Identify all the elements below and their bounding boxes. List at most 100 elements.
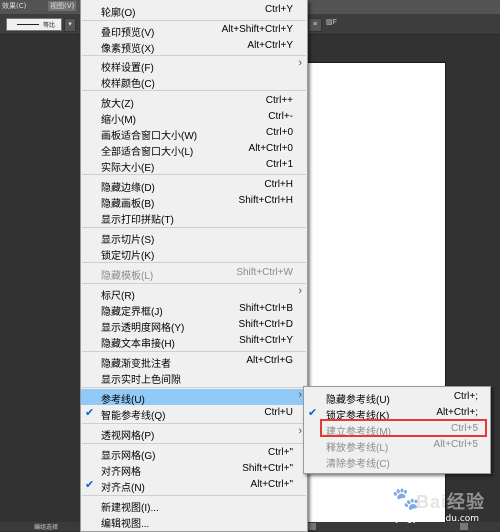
menu-item-shortcut: Ctrl+Y xyxy=(264,4,293,15)
menu-item-snap-to-point[interactable]: ✔ 对齐点(N) Alt+Ctrl+" xyxy=(81,477,307,494)
menu-item-pixel-preview[interactable]: 像素预览(X) Alt+Ctrl+Y xyxy=(81,38,307,55)
menu-item-edit-views[interactable]: 编辑视图... xyxy=(81,513,307,530)
menu-item-shortcut: Ctrl+- xyxy=(268,111,293,122)
menu-item-label: 隐藏文本串接(H) xyxy=(101,339,175,350)
menu-item-hide-text-threads[interactable]: 隐藏文本串接(H) Shift+Ctrl+Y xyxy=(81,333,307,350)
submenu-arrow-icon: › xyxy=(298,425,302,437)
submenu-arrow-icon: › xyxy=(298,57,302,69)
menu-separator xyxy=(82,55,306,56)
menu-item-label: 显示实时上色间隙 xyxy=(101,375,181,386)
menu-separator xyxy=(82,174,306,175)
menu-separator xyxy=(82,443,306,444)
menu-item-show-live-paint-gaps[interactable]: 显示实时上色间隙 xyxy=(81,369,307,386)
menu-item-label: 释放参考线(L) xyxy=(326,443,389,454)
menubar-item-view[interactable]: 视图(V) xyxy=(48,1,77,11)
menu-item-label: 显示切片(S) xyxy=(101,235,155,246)
menu-item-label: 显示透明度网格(Y) xyxy=(101,323,185,334)
menu-item-label: 轮廓(O) xyxy=(101,8,136,19)
menu-item-show-slices[interactable]: 显示切片(S) xyxy=(81,229,307,246)
menu-item-label: 实际大小(E) xyxy=(101,163,155,174)
menubar-item-effect[interactable]: 效果(C) xyxy=(2,1,26,11)
checkmark-icon: ✔ xyxy=(85,407,95,419)
annotation-highlight-box xyxy=(320,419,487,437)
menu-separator xyxy=(82,227,306,228)
watermark-url: jingyan.baidu.com xyxy=(396,514,480,524)
menu-item-shortcut: Alt+Ctrl+0 xyxy=(248,143,293,154)
menu-item-zoom-out[interactable]: 缩小(M) Ctrl+- xyxy=(81,109,307,126)
menu-item-shortcut: Alt+Ctrl+" xyxy=(250,479,293,490)
style-dropdown[interactable]: ▨F xyxy=(326,18,337,26)
document-setup-button[interactable]: ≡ xyxy=(308,18,322,32)
menu-item-snap-to-grid[interactable]: 对齐网格 Shift+Ctrl+" xyxy=(81,461,307,478)
menu-item-shortcut: Alt+Ctrl+G xyxy=(246,355,293,366)
menu-separator xyxy=(82,423,306,424)
menu-item-shortcut: Ctrl+; xyxy=(453,391,478,402)
menu-separator xyxy=(82,90,306,91)
menu-item-shortcut: Ctrl+0 xyxy=(266,127,293,138)
menu-item-hide-gradient-annotator[interactable]: 隐藏渐变批注者 Alt+Ctrl+G xyxy=(81,353,307,370)
menu-item-label: 隐藏画板(B) xyxy=(101,199,155,210)
submenu-arrow-icon: › xyxy=(298,285,302,297)
menu-item-label: 显示打印拼贴(T) xyxy=(101,215,174,226)
menu-item-show-print-tiling[interactable]: 显示打印拼贴(T) xyxy=(81,209,307,226)
menu-item-shortcut: Ctrl+U xyxy=(264,407,293,418)
menu-item-label: 放大(Z) xyxy=(101,99,134,110)
menu-item-fit-all[interactable]: 全部适合窗口大小(L) Alt+Ctrl+0 xyxy=(81,141,307,158)
stroke-options-button[interactable]: ▾ xyxy=(64,18,76,32)
menu-item-label: 编辑视图... xyxy=(101,519,150,530)
menu-item-label: 叠印预览(V) xyxy=(101,28,155,39)
menu-item-label: 隐藏渐变批注者 xyxy=(101,359,171,370)
menu-item-fit-artboard[interactable]: 画板适合窗口大小(W) Ctrl+0 xyxy=(81,125,307,142)
menu-item-label: 画板适合窗口大小(W) xyxy=(101,131,198,142)
watermark: 🐾 Bai经验 jingyan.baidu.com xyxy=(392,484,498,528)
menu-item-label: 全部适合窗口大小(L) xyxy=(101,147,194,158)
checkmark-icon: ✔ xyxy=(308,407,318,419)
menu-item-shortcut: Shift+Ctrl+Y xyxy=(239,335,293,346)
menu-item-label: 校样颜色(C) xyxy=(101,79,155,90)
menu-item-guides[interactable]: 参考线(U) › xyxy=(81,389,307,406)
menu-item-shortcut: Ctrl+1 xyxy=(266,159,293,170)
stroke-style-label: 等比 xyxy=(43,23,56,29)
menu-item-overprint-preview[interactable]: 叠印预览(V) Alt+Shift+Ctrl+Y xyxy=(81,22,307,39)
menu-item-zoom-in[interactable]: 放大(Z) Ctrl++ xyxy=(81,93,307,110)
menu-item-shortcut: Shift+Ctrl+W xyxy=(236,267,293,278)
menu-item-hide-edges[interactable]: 隐藏边缘(D) Ctrl+H xyxy=(81,177,307,194)
menu-item-shortcut: Alt+Shift+Ctrl+Y xyxy=(221,24,293,35)
menu-item-rulers[interactable]: 标尺(R) › xyxy=(81,285,307,302)
menu-item-proof-colors[interactable]: 校样颜色(C) xyxy=(81,73,307,90)
menu-item-label: 参考线(U) xyxy=(101,395,145,406)
stroke-style-dropdown[interactable]: 等比 xyxy=(6,18,62,31)
menu-item-label: 新建视图(I)... xyxy=(101,503,159,514)
status-text: 编组选择 xyxy=(34,525,59,531)
menu-item-label: 校样设置(F) xyxy=(101,63,154,74)
menu-item-hide-bounding-box[interactable]: 隐藏定界框(J) Shift+Ctrl+B xyxy=(81,301,307,318)
menu-separator xyxy=(82,20,306,21)
menu-item-shortcut: Alt+Ctrl+; xyxy=(436,407,478,418)
menu-item-label: 隐藏参考线(U) xyxy=(326,395,390,406)
menu-item-shortcut: Alt+Ctrl+5 xyxy=(433,439,478,450)
menu-item-proof-setup[interactable]: 校样设置(F) › xyxy=(81,57,307,74)
menu-item-shortcut: Ctrl+" xyxy=(268,447,293,458)
menu-item-label: 隐藏模板(L) xyxy=(101,271,154,282)
menu-item-lock-slices[interactable]: 锁定切片(K) xyxy=(81,245,307,262)
view-menu: 轮廓(O) Ctrl+Y 叠印预览(V) Alt+Shift+Ctrl+Y 像素… xyxy=(80,0,308,532)
menu-item-new-view[interactable]: 新建视图(I)... xyxy=(81,497,307,514)
menu-separator xyxy=(82,351,306,352)
menu-item-shortcut: Ctrl++ xyxy=(265,95,293,106)
menu-item-label: 隐藏定界框(J) xyxy=(101,307,163,318)
checkmark-icon: ✔ xyxy=(85,479,95,491)
menu-item-label: 锁定切片(K) xyxy=(101,251,155,262)
menu-item-perspective-grid[interactable]: 透视网格(P) › xyxy=(81,425,307,442)
menu-separator xyxy=(82,387,306,388)
menu-item-hide-artboards[interactable]: 隐藏画板(B) Shift+Ctrl+H xyxy=(81,193,307,210)
menu-item-show-grid[interactable]: 显示网格(G) Ctrl+" xyxy=(81,445,307,462)
menu-item-smart-guides[interactable]: ✔ 智能参考线(Q) Ctrl+U xyxy=(81,405,307,422)
menu-item-show-transparency-grid[interactable]: 显示透明度网格(Y) Shift+Ctrl+D xyxy=(81,317,307,334)
menu-item-outline[interactable]: 轮廓(O) Ctrl+Y xyxy=(81,2,307,19)
menu-item-label: 智能参考线(Q) xyxy=(101,411,166,422)
submenu-item-hide-guides[interactable]: 隐藏参考线(U) Ctrl+; xyxy=(304,389,490,406)
submenu-item-clear-guides: 清除参考线(C) xyxy=(304,453,490,470)
menu-item-shortcut: Ctrl+H xyxy=(264,179,293,190)
watermark-text: Bai经验 xyxy=(416,492,486,512)
menu-item-actual-size[interactable]: 实际大小(E) Ctrl+1 xyxy=(81,157,307,174)
